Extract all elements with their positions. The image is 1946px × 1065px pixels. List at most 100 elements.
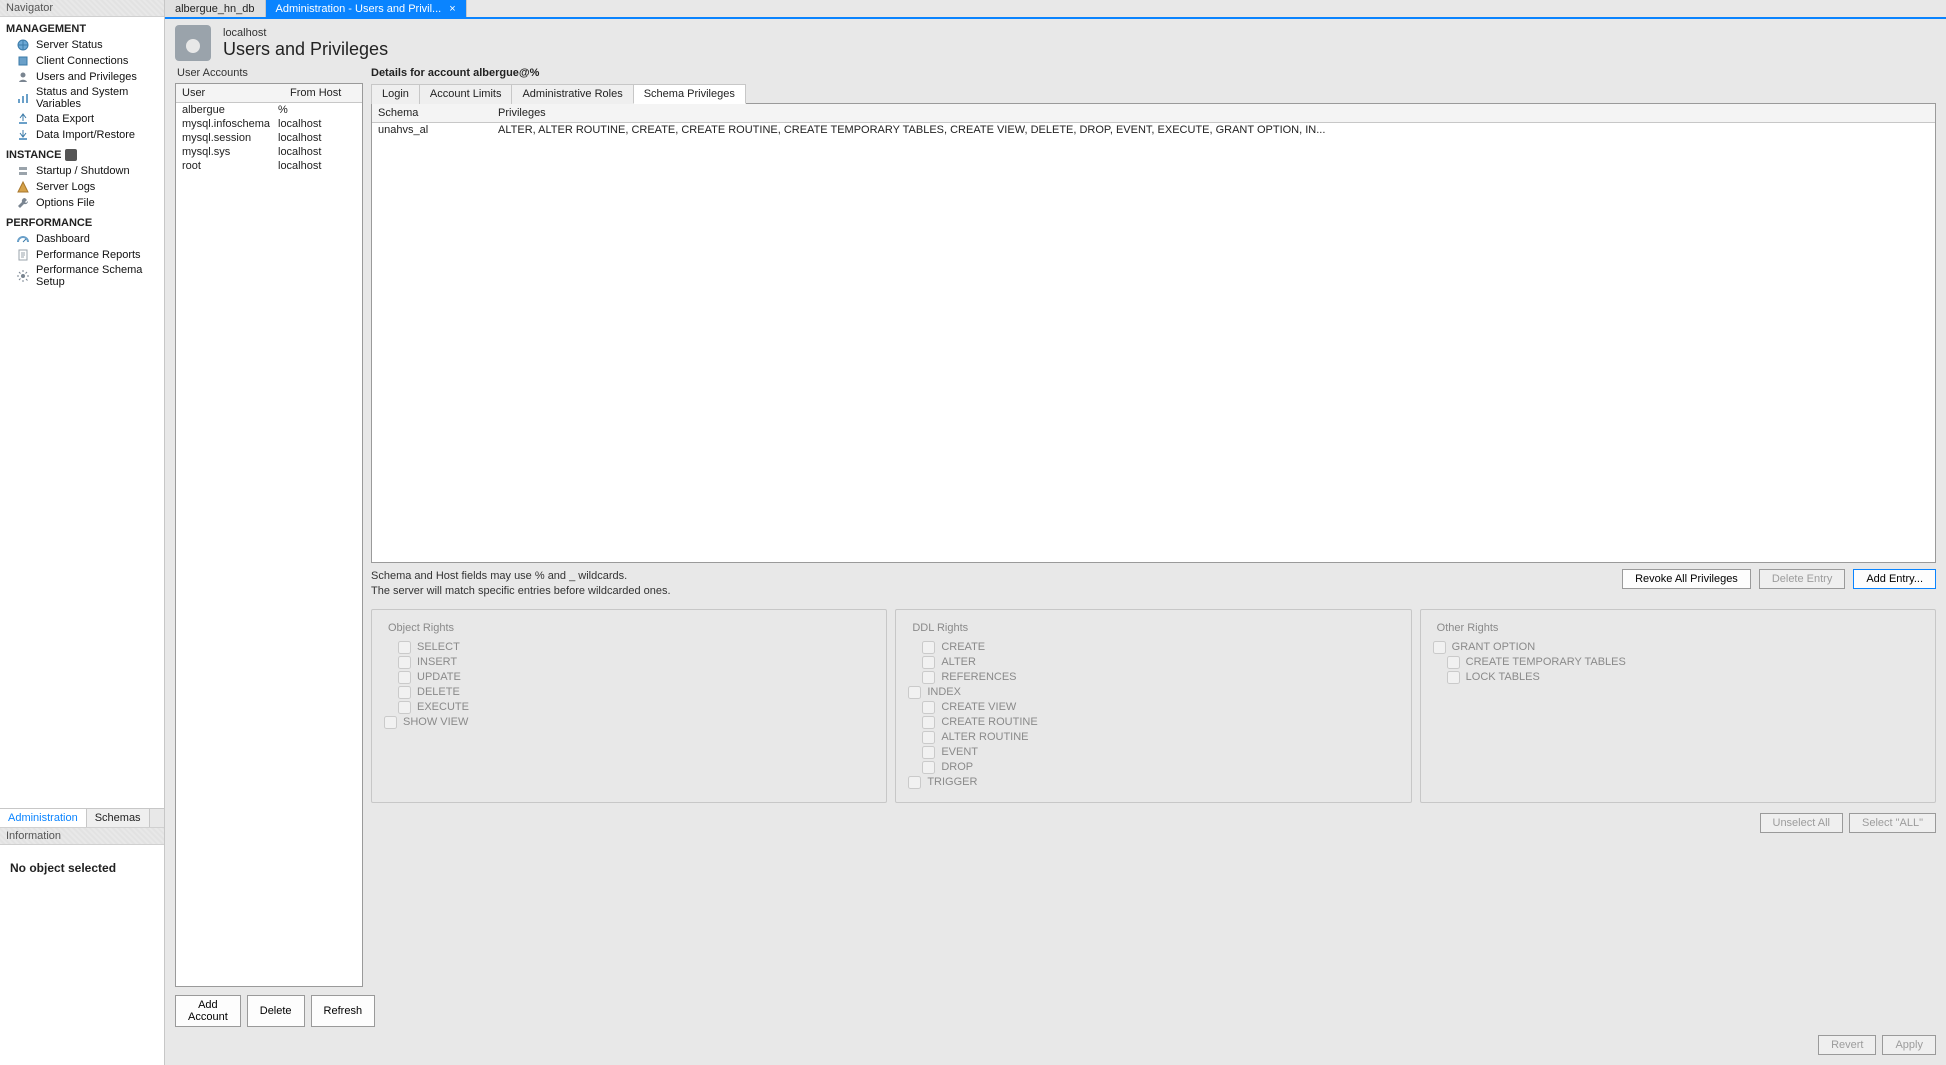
privilege-drop[interactable]: DROP xyxy=(908,760,1398,775)
user-avatar-icon xyxy=(175,25,211,61)
navigator-tab-administration[interactable]: Administration xyxy=(0,809,87,827)
schema-privilege-row[interactable]: unahvs_alALTER, ALTER ROUTINE, CREATE, C… xyxy=(372,123,1935,137)
tab-admin-roles[interactable]: Administrative Roles xyxy=(511,84,633,104)
schema-privileges-table[interactable]: Schema Privileges unahvs_alALTER, ALTER … xyxy=(371,103,1936,563)
privilege-alter-routine[interactable]: ALTER ROUTINE xyxy=(908,730,1398,745)
information-body: No object selected xyxy=(0,845,164,1065)
privilege-alter[interactable]: ALTER xyxy=(908,655,1398,670)
privilege-lock-tables[interactable]: LOCK TABLES xyxy=(1433,670,1923,685)
privilege-references[interactable]: REFERENCES xyxy=(908,670,1398,685)
apply-button[interactable]: Apply xyxy=(1882,1035,1936,1055)
checkbox[interactable] xyxy=(922,641,935,654)
nav-item-label: Users and Privileges xyxy=(36,71,137,83)
tab-account-limits[interactable]: Account Limits xyxy=(419,84,513,104)
checkbox[interactable] xyxy=(922,671,935,684)
nav-item-data-export[interactable]: Data Export xyxy=(0,111,164,127)
checkbox[interactable] xyxy=(398,671,411,684)
navigator-tab-schemas[interactable]: Schemas xyxy=(87,809,150,827)
nav-item-label: Options File xyxy=(36,197,95,209)
checkbox[interactable] xyxy=(922,701,935,714)
wrench-icon xyxy=(16,196,30,210)
server-icon xyxy=(16,164,30,178)
privilege-label: DROP xyxy=(941,761,973,773)
checkbox[interactable] xyxy=(922,746,935,759)
privilege-execute[interactable]: EXECUTE xyxy=(384,700,874,715)
nav-item-server-logs[interactable]: Server Logs xyxy=(0,179,164,195)
privilege-update[interactable]: UPDATE xyxy=(384,670,874,685)
nav-item-data-import[interactable]: Data Import/Restore xyxy=(0,127,164,143)
select-all-button[interactable]: Select "ALL" xyxy=(1849,813,1936,833)
refresh-accounts-button[interactable]: Refresh xyxy=(311,995,376,1027)
user-account-row[interactable]: rootlocalhost xyxy=(176,159,362,173)
privilege-create-view[interactable]: CREATE VIEW xyxy=(908,700,1398,715)
checkbox[interactable] xyxy=(922,731,935,744)
checkbox[interactable] xyxy=(398,701,411,714)
details-caption: Details for account albergue@% xyxy=(371,65,1936,83)
unselect-all-button[interactable]: Unselect All xyxy=(1760,813,1843,833)
no-object-selected: No object selected xyxy=(10,861,154,875)
privilege-index[interactable]: INDEX xyxy=(908,685,1398,700)
column-header-schema[interactable]: Schema xyxy=(372,104,492,122)
import-icon xyxy=(16,128,30,142)
privilege-create-temporary-tables[interactable]: CREATE TEMPORARY TABLES xyxy=(1433,655,1923,670)
revoke-all-privileges-button[interactable]: Revoke All Privileges xyxy=(1622,569,1751,589)
checkbox[interactable] xyxy=(1433,641,1446,654)
user-account-row[interactable]: mysql.infoschemalocalhost xyxy=(176,117,362,131)
nav-item-client-connections[interactable]: Client Connections xyxy=(0,53,164,69)
nav-item-options-file[interactable]: Options File xyxy=(0,195,164,211)
nav-item-label: Server Logs xyxy=(36,181,95,193)
privilege-show-view[interactable]: SHOW VIEW xyxy=(384,715,874,730)
user-account-row[interactable]: mysql.syslocalhost xyxy=(176,145,362,159)
checkbox[interactable] xyxy=(922,656,935,669)
add-account-button[interactable]: Add Account xyxy=(175,995,241,1027)
privilege-event[interactable]: EVENT xyxy=(908,745,1398,760)
checkbox[interactable] xyxy=(398,686,411,699)
nav-item-startup-shutdown[interactable]: Startup / Shutdown xyxy=(0,163,164,179)
checkbox[interactable] xyxy=(922,716,935,729)
tab-login[interactable]: Login xyxy=(371,84,420,104)
nav-item-dashboard[interactable]: Dashboard xyxy=(0,231,164,247)
privilege-grant-option[interactable]: GRANT OPTION xyxy=(1433,640,1923,655)
nav-item-perf-reports[interactable]: Performance Reports xyxy=(0,247,164,263)
checkbox[interactable] xyxy=(908,686,921,699)
privilege-trigger[interactable]: TRIGGER xyxy=(908,775,1398,790)
delete-entry-button[interactable]: Delete Entry xyxy=(1759,569,1846,589)
add-entry-button[interactable]: Add Entry... xyxy=(1853,569,1936,589)
column-header-from-host[interactable]: From Host xyxy=(284,84,362,102)
column-header-user[interactable]: User xyxy=(176,84,284,102)
editor-tab-label: albergue_hn_db xyxy=(175,3,255,15)
user-accounts-table[interactable]: User From Host albergue%mysql.infoschema… xyxy=(175,83,363,987)
editor-tabbar: albergue_hn_db Administration - Users and… xyxy=(165,0,1946,19)
close-icon[interactable]: × xyxy=(449,3,455,15)
checkbox[interactable] xyxy=(384,716,397,729)
checkbox[interactable] xyxy=(1447,671,1460,684)
privilege-insert[interactable]: INSERT xyxy=(384,655,874,670)
user-account-row[interactable]: albergue% xyxy=(176,103,362,117)
privilege-label: ALTER ROUTINE xyxy=(941,731,1028,743)
user-account-row[interactable]: mysql.sessionlocalhost xyxy=(176,131,362,145)
checkbox[interactable] xyxy=(908,776,921,789)
nav-item-perf-schema-setup[interactable]: Performance Schema Setup xyxy=(0,263,164,289)
checkbox[interactable] xyxy=(1447,656,1460,669)
delete-account-button[interactable]: Delete xyxy=(247,995,305,1027)
privilege-select[interactable]: SELECT xyxy=(384,640,874,655)
tab-schema-privileges[interactable]: Schema Privileges xyxy=(633,84,746,104)
privilege-label: LOCK TABLES xyxy=(1466,671,1540,683)
checkbox[interactable] xyxy=(922,761,935,774)
host-cell: % xyxy=(278,104,356,116)
privilege-create-routine[interactable]: CREATE ROUTINE xyxy=(908,715,1398,730)
nav-item-users-privileges[interactable]: Users and Privileges xyxy=(0,69,164,85)
nav-section-header: MANAGEMENT xyxy=(0,17,164,37)
editor-tab-admin[interactable]: Administration - Users and Privil...× xyxy=(266,0,467,17)
nav-item-server-status[interactable]: Server Status xyxy=(0,37,164,53)
privilege-delete[interactable]: DELETE xyxy=(384,685,874,700)
privilege-create[interactable]: CREATE xyxy=(908,640,1398,655)
report-icon xyxy=(16,248,30,262)
editor-tab-db[interactable]: albergue_hn_db xyxy=(165,0,266,17)
revert-button[interactable]: Revert xyxy=(1818,1035,1876,1055)
checkbox[interactable] xyxy=(398,656,411,669)
nav-item-label: Performance Schema Setup xyxy=(36,264,158,288)
column-header-privileges[interactable]: Privileges xyxy=(492,104,1935,122)
checkbox[interactable] xyxy=(398,641,411,654)
nav-item-status-variables[interactable]: Status and System Variables xyxy=(0,85,164,111)
